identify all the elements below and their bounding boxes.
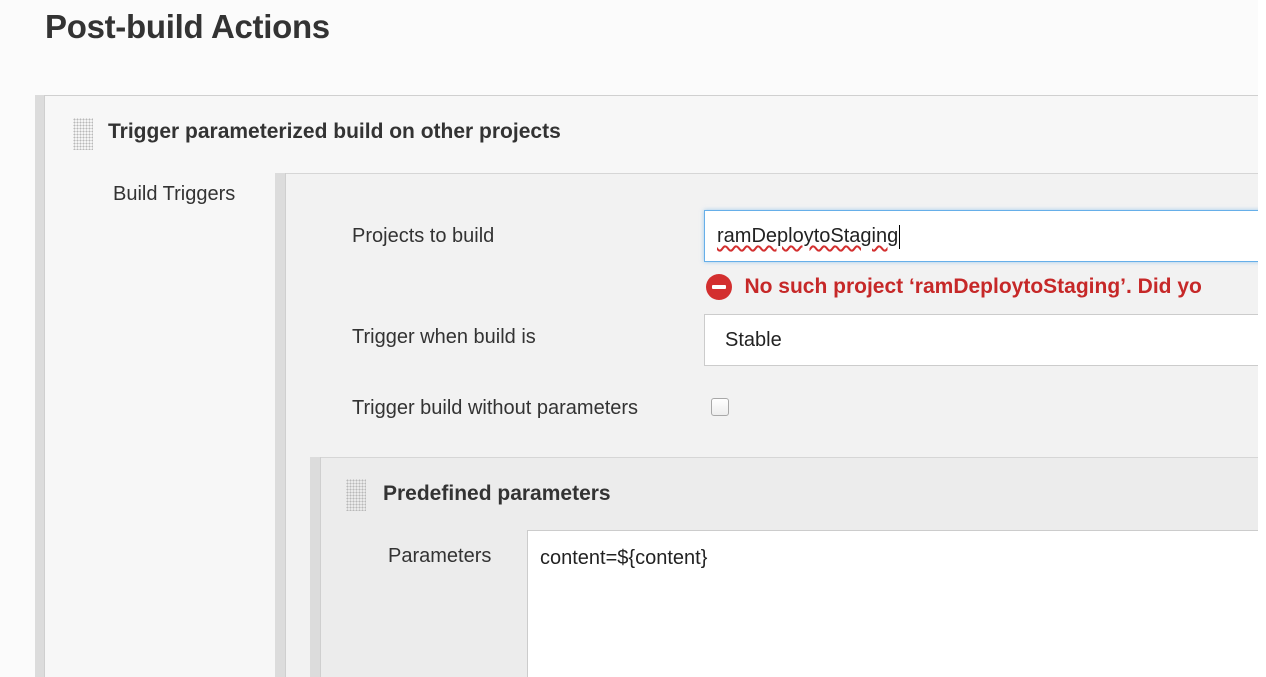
text-caret — [899, 224, 901, 249]
projects-to-build-label: Projects to build — [352, 225, 495, 247]
trigger-without-parameters-label: Trigger build without parameters — [352, 397, 639, 419]
trigger-without-parameters-checkbox[interactable] — [711, 398, 729, 416]
post-build-actions-page: Post-build Actions Trigger parameterized… — [0, 0, 1266, 677]
projects-to-build-input[interactable]: ramDeploytoStaging — [704, 210, 1264, 262]
trigger-when-build-is-label: Trigger when build is — [352, 326, 536, 348]
projects-input-value: ramDeploytoStaging — [717, 225, 899, 247]
outer-block-side-bar — [35, 95, 45, 677]
build-triggers-label: Build Triggers — [113, 183, 236, 205]
parameters-label: Parameters — [388, 545, 492, 567]
predefined-parameters-title: Predefined parameters — [383, 482, 611, 505]
section-title: Post-build Actions — [45, 8, 330, 45]
predefined-block-side-bar — [310, 457, 321, 677]
trigger-when-build-is-select[interactable]: Stable — [704, 314, 1264, 366]
inner-block-side-bar — [275, 173, 286, 677]
page-right-edge — [1258, 0, 1266, 677]
drag-handle-icon[interactable] — [346, 479, 366, 511]
error-text: No such project ‘ramDeploytoStaging’. Di… — [744, 275, 1202, 298]
projects-error-message: No such project ‘ramDeploytoStaging’. Di… — [706, 274, 1202, 300]
error-circle-icon — [706, 274, 732, 300]
block-title: Trigger parameterized build on other pro… — [108, 120, 561, 143]
parameters-textarea[interactable]: content=${content} — [527, 530, 1266, 677]
drag-handle-icon[interactable] — [73, 118, 93, 150]
